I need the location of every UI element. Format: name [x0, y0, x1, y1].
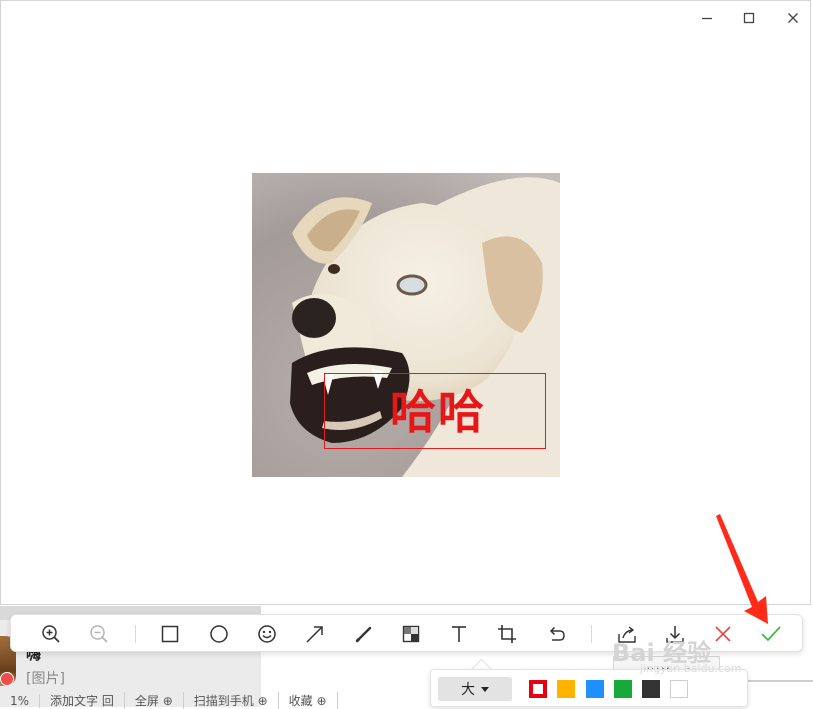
download-button[interactable] [662, 621, 688, 647]
undo-button[interactable] [543, 621, 569, 647]
close-button[interactable] [773, 5, 813, 31]
rectangle-tool-button[interactable] [157, 621, 183, 647]
rectangle-icon [161, 625, 179, 643]
color-swatch-black[interactable] [642, 680, 660, 698]
color-size-panel: 大 [430, 669, 748, 707]
color-swatch-blue[interactable] [586, 680, 604, 698]
emoji-tool-button[interactable] [254, 621, 280, 647]
chevron-down-icon [481, 686, 489, 692]
chat-bottom-item[interactable]: 全屏 ⊕ [125, 692, 184, 709]
mosaic-tool-button[interactable] [398, 621, 424, 647]
edit-toolbar [10, 614, 803, 652]
share-icon [618, 626, 636, 643]
chat-bottom-item[interactable]: 收藏 ⊕ [279, 692, 338, 709]
maximize-button[interactable] [729, 5, 769, 31]
mosaic-icon [402, 625, 420, 643]
size-dropdown-label: 大 [461, 682, 475, 698]
ellipse-tool-button[interactable] [206, 621, 232, 647]
color-swatch-green[interactable] [614, 680, 632, 698]
last-message-preview: [图片] [26, 671, 65, 687]
color-swatch-yellow[interactable] [557, 680, 575, 698]
zoom-out-icon [90, 625, 108, 643]
zoom-out-button[interactable] [86, 621, 112, 647]
crop-tool-button[interactable] [494, 621, 520, 647]
maximize-icon [743, 12, 755, 24]
arrow-tool-button[interactable] [302, 621, 328, 647]
text-icon [452, 626, 466, 642]
cancel-button[interactable] [710, 621, 736, 647]
emoji-icon [258, 625, 276, 643]
cancel-icon [715, 626, 731, 642]
share-button[interactable] [614, 621, 640, 647]
undo-icon [549, 626, 565, 641]
pen-icon [355, 626, 372, 643]
unread-badge-icon [0, 672, 14, 686]
color-swatch-red[interactable] [529, 680, 547, 698]
confirm-button[interactable] [758, 621, 784, 647]
text-tool-button[interactable] [446, 621, 472, 647]
zoom-in-button[interactable] [38, 621, 64, 647]
minimize-icon [702, 17, 712, 20]
chat-bottom-item[interactable]: 添加文字 回 [40, 692, 125, 709]
color-swatch-white[interactable] [670, 680, 688, 698]
ellipse-icon [210, 625, 228, 643]
arrow-icon [306, 626, 323, 643]
minimize-button[interactable] [687, 5, 727, 31]
confirm-icon [761, 626, 781, 642]
close-icon [788, 13, 798, 23]
chat-bottom-item[interactable]: 扫描到手机 ⊕ [184, 692, 279, 709]
annotation-text[interactable]: 哈哈 [390, 384, 486, 440]
pen-tool-button[interactable] [351, 621, 377, 647]
size-dropdown[interactable]: 大 [438, 677, 512, 701]
zoom-in-icon [42, 625, 60, 643]
chat-bottom-item[interactable]: 1% [0, 694, 41, 708]
crop-icon [498, 625, 516, 643]
download-icon [666, 626, 684, 643]
